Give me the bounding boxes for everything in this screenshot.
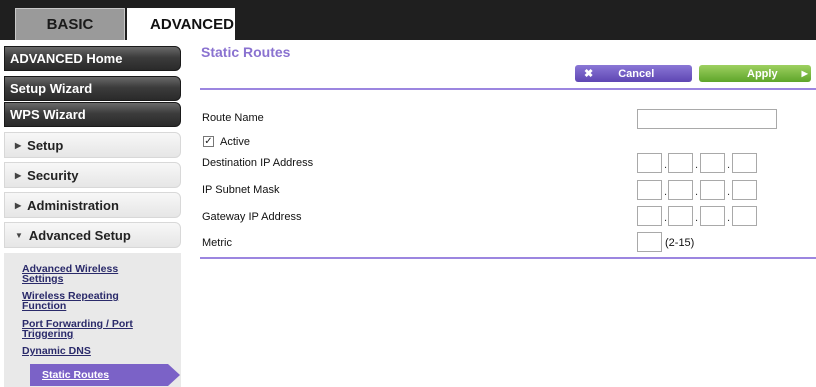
submenu-item-label: Triggering — [22, 328, 74, 340]
metric-label: Metric — [202, 237, 232, 249]
dot-separator: . — [664, 186, 668, 198]
route-name-input[interactable] — [637, 109, 777, 129]
destination-ip-octet-4[interactable] — [732, 153, 757, 173]
sidebar-item-label: Setup — [27, 137, 64, 153]
active-checkbox[interactable]: ✓ — [203, 136, 214, 147]
dot-separator: . — [695, 159, 699, 171]
submenu-item-label: Static Routes — [42, 369, 110, 381]
destination-ip-octet-2[interactable] — [668, 153, 693, 173]
subnet-mask-label: IP Subnet Mask — [202, 184, 280, 196]
dot-separator: . — [695, 212, 699, 224]
submenu-item-label: Function — [22, 300, 67, 312]
dot-separator: . — [664, 159, 668, 171]
x-icon: ✖ — [584, 68, 594, 80]
dot-separator: . — [727, 186, 731, 198]
divider-top — [200, 88, 816, 90]
dot-separator: . — [727, 159, 731, 171]
cancel-button-label: Cancel — [618, 67, 655, 80]
dot-separator: . — [727, 212, 731, 224]
main-content: Static Routes ✖ Cancel Apply ▶ Route Nam… — [200, 40, 816, 387]
dot-separator: . — [695, 186, 699, 198]
sidebar-item-label: Security — [27, 167, 79, 183]
destination-ip-label: Destination IP Address — [202, 157, 314, 169]
submenu-item-static-routes[interactable]: Static Routes — [30, 364, 180, 386]
sidebar-item-administration[interactable]: ▶ Administration — [4, 192, 181, 218]
tab-advanced[interactable]: ADVANCED — [127, 8, 235, 40]
gateway-ip-octet-1[interactable] — [637, 206, 662, 226]
metric-input[interactable] — [637, 232, 662, 252]
destination-ip-octet-1[interactable] — [637, 153, 662, 173]
triangle-down-icon: ▼ — [15, 230, 23, 240]
submenu-item-dynamic-dns[interactable]: Dynamic DNS — [22, 345, 162, 357]
gateway-ip-octet-4[interactable] — [732, 206, 757, 226]
sidebar-item-advanced-setup[interactable]: ▼ Advanced Setup — [4, 222, 181, 248]
triangle-right-icon: ▶ — [15, 170, 22, 180]
sidebar-item-wps-wizard[interactable]: WPS Wizard — [4, 102, 181, 127]
sidebar-item-security[interactable]: ▶ Security — [4, 162, 181, 188]
tab-basic[interactable]: BASIC — [15, 8, 125, 40]
top-tab-bar: BASIC ADVANCED — [0, 0, 816, 40]
submenu-item-wireless-repeating[interactable]: Wireless Repeating Function — [22, 291, 162, 312]
active-label: Active — [220, 136, 250, 148]
sidebar: ADVANCED Home Setup Wizard WPS Wizard ▶ … — [0, 40, 195, 387]
apply-button-label: Apply — [747, 67, 778, 80]
subnet-mask-octet-3[interactable] — [700, 180, 725, 200]
destination-ip-octet-3[interactable] — [700, 153, 725, 173]
cancel-button[interactable]: ✖ Cancel — [575, 65, 692, 82]
triangle-right-icon: ▶ — [15, 200, 22, 210]
submenu-item-label: Dynamic DNS — [22, 345, 91, 357]
subnet-mask-octet-4[interactable] — [732, 180, 757, 200]
sidebar-item-label: ADVANCED Home — [10, 51, 123, 66]
metric-range-hint: (2-15) — [665, 237, 695, 249]
gateway-ip-octet-2[interactable] — [668, 206, 693, 226]
sidebar-item-advanced-home[interactable]: ADVANCED Home — [4, 46, 181, 71]
route-name-label: Route Name — [202, 112, 264, 124]
play-arrow-icon: ▶ — [801, 69, 808, 78]
subnet-mask-octet-1[interactable] — [637, 180, 662, 200]
submenu-item-port-forwarding[interactable]: Port Forwarding / Port Triggering — [22, 319, 162, 340]
sidebar-item-setup-wizard[interactable]: Setup Wizard — [4, 76, 181, 101]
tab-advanced-label: ADVANCED — [150, 15, 234, 33]
dot-separator: . — [664, 212, 668, 224]
sidebar-item-setup[interactable]: ▶ Setup — [4, 132, 181, 158]
divider-bottom — [200, 257, 816, 259]
submenu-item-label: Settings — [22, 273, 64, 285]
subnet-mask-octet-2[interactable] — [668, 180, 693, 200]
apply-button[interactable]: Apply ▶ — [699, 65, 811, 82]
page-title: Static Routes — [201, 44, 291, 60]
triangle-right-icon: ▶ — [15, 140, 22, 150]
sidebar-item-label: Administration — [27, 197, 119, 213]
sidebar-item-label: Advanced Setup — [28, 227, 131, 243]
sidebar-item-label: Setup Wizard — [10, 81, 93, 96]
gateway-ip-octet-3[interactable] — [700, 206, 725, 226]
submenu-item-advanced-wireless[interactable]: Advanced Wireless Settings — [22, 264, 162, 285]
gateway-ip-label: Gateway IP Address — [202, 211, 302, 223]
sidebar-item-label: WPS Wizard — [10, 107, 86, 122]
